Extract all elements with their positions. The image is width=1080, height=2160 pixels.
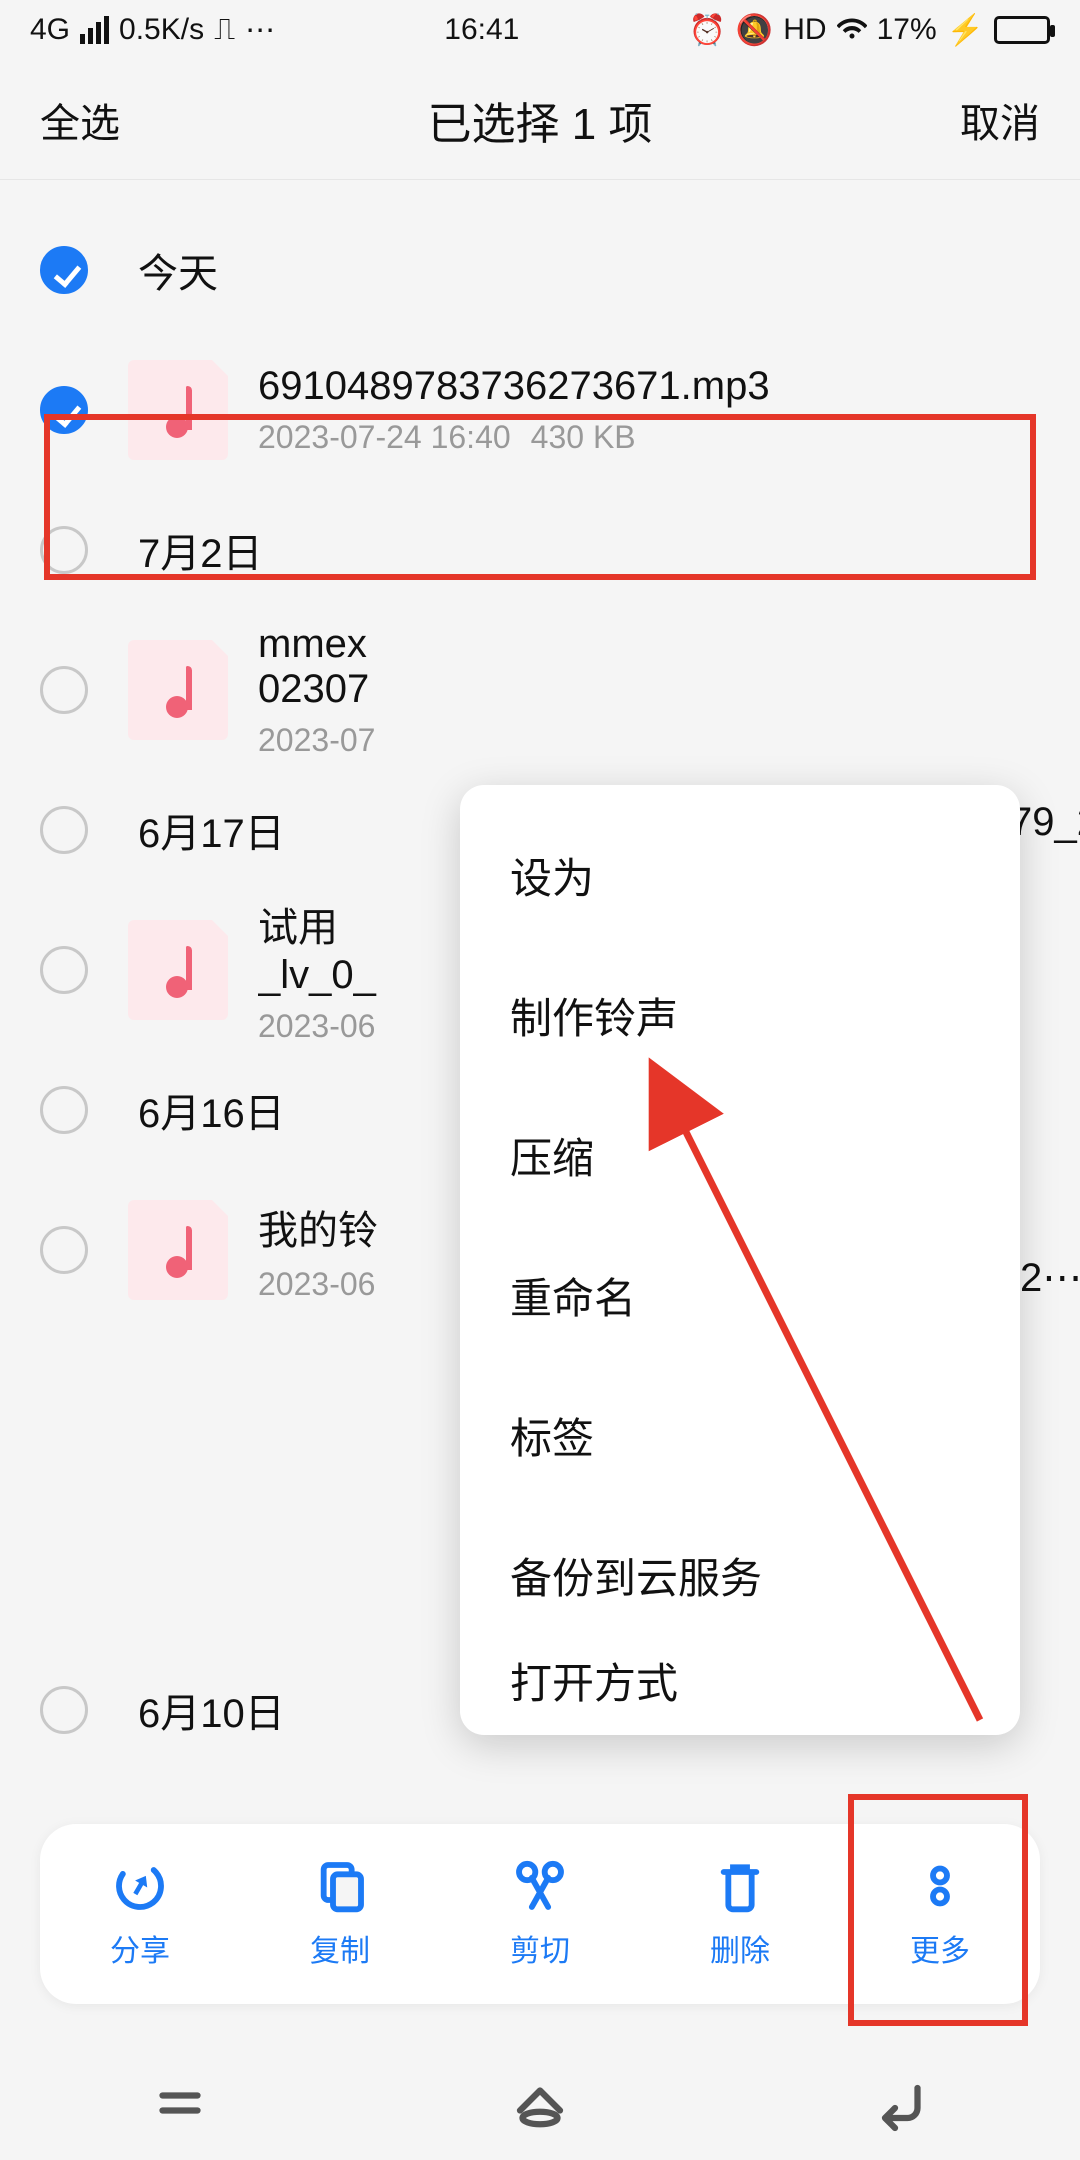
music-file-icon: [128, 1200, 228, 1300]
menu-rename[interactable]: 重命名: [460, 1225, 1020, 1365]
menu-tags[interactable]: 标签: [460, 1365, 1020, 1505]
cancel-button[interactable]: 取消: [960, 91, 1040, 149]
file-row[interactable]: mmex 02307 2023-07: [0, 600, 1080, 780]
more-button[interactable]: 更多: [865, 1858, 1015, 1970]
more-status-icon: ⋯: [245, 13, 275, 48]
status-bar: 4G 0.5K/s ⎍ ⋯ 16:41 ⏰ 🔕 HD 17% ⚡: [0, 0, 1080, 60]
music-file-icon: [128, 920, 228, 1020]
selection-header: 全选 已选择 1 项 取消: [0, 60, 1080, 180]
group-checkbox[interactable]: [40, 246, 88, 294]
home-button[interactable]: [510, 2073, 570, 2138]
file-checkbox[interactable]: [40, 386, 88, 434]
delete-button[interactable]: 删除: [665, 1858, 815, 1970]
file-checkbox[interactable]: [40, 946, 88, 994]
group-checkbox[interactable]: [40, 1686, 88, 1734]
group-label: 7月2日: [138, 521, 263, 579]
clock-label: 16:41: [444, 13, 519, 47]
file-meta-label: 2023-07-24 16:40430 KB: [258, 419, 1040, 456]
hd-label: HD: [783, 13, 826, 47]
file-name-label-2: 02307: [258, 667, 1040, 712]
menu-make-ringtone[interactable]: 制作铃声: [460, 945, 1020, 1085]
alarm-icon: ⏰: [689, 13, 726, 48]
menu-open-with[interactable]: 打开方式: [460, 1645, 1020, 1715]
select-all-button[interactable]: 全选: [40, 91, 120, 149]
share-icon: [112, 1858, 168, 1914]
tool-label: 删除: [710, 1926, 770, 1970]
copy-icon: [312, 1858, 368, 1914]
file-name-fragment: 79_2: [1010, 800, 1080, 845]
copy-button[interactable]: 复制: [265, 1858, 415, 1970]
more-icon: [912, 1858, 968, 1914]
network-label: 4G: [30, 13, 70, 47]
tool-label: 剪切: [510, 1926, 570, 1970]
trash-icon: [712, 1858, 768, 1914]
share-button[interactable]: 分享: [65, 1858, 215, 1970]
file-name-label: 6910489783736273671.mp3: [258, 364, 1040, 409]
mute-icon: 🔕: [736, 13, 773, 48]
music-file-icon: [128, 640, 228, 740]
system-nav-bar: [0, 2050, 1080, 2160]
group-label: 今天: [138, 241, 218, 299]
battery-icon: [994, 16, 1050, 44]
scissors-icon: [512, 1858, 568, 1914]
tool-label: 更多: [910, 1926, 970, 1970]
file-checkbox[interactable]: [40, 666, 88, 714]
data-speed-label: 0.5K/s: [119, 13, 204, 47]
group-checkbox[interactable]: [40, 526, 88, 574]
selection-title: 已选择 1 项: [428, 88, 653, 152]
file-name-fragment: 2⋯: [1020, 1255, 1080, 1301]
file-meta-label: 2023-07: [258, 722, 1040, 759]
file-checkbox[interactable]: [40, 1226, 88, 1274]
date-group-header[interactable]: 今天: [0, 220, 1080, 320]
date-group-header[interactable]: 7月2日: [0, 500, 1080, 600]
group-label: 6月16日: [138, 1081, 285, 1139]
file-row[interactable]: 6910489783736273671.mp3 2023-07-24 16:40…: [0, 320, 1080, 500]
recent-apps-button[interactable]: [150, 2073, 210, 2138]
bottom-toolbar: 分享 复制 剪切 删除 更多: [40, 1824, 1040, 2004]
signal-icon: [80, 16, 109, 44]
tool-label: 分享: [110, 1926, 170, 1970]
menu-backup-cloud[interactable]: 备份到云服务: [460, 1505, 1020, 1645]
music-file-icon: [128, 360, 228, 460]
wifi-icon: [837, 11, 867, 49]
usb-icon: ⎍: [214, 13, 235, 47]
file-name-label: mmex: [258, 622, 1040, 667]
group-checkbox[interactable]: [40, 1086, 88, 1134]
back-button[interactable]: [870, 2073, 930, 2138]
battery-pct-label: 17%: [877, 13, 937, 47]
menu-compress[interactable]: 压缩: [460, 1085, 1020, 1225]
charging-icon: ⚡: [947, 13, 984, 48]
group-label: 6月10日: [138, 1681, 285, 1739]
menu-set-as[interactable]: 设为: [460, 805, 1020, 945]
cut-button[interactable]: 剪切: [465, 1858, 615, 1970]
group-checkbox[interactable]: [40, 806, 88, 854]
group-label: 6月17日: [138, 801, 285, 859]
more-options-menu: 设为 制作铃声 压缩 重命名 标签 备份到云服务 打开方式: [460, 785, 1020, 1735]
tool-label: 复制: [310, 1926, 370, 1970]
